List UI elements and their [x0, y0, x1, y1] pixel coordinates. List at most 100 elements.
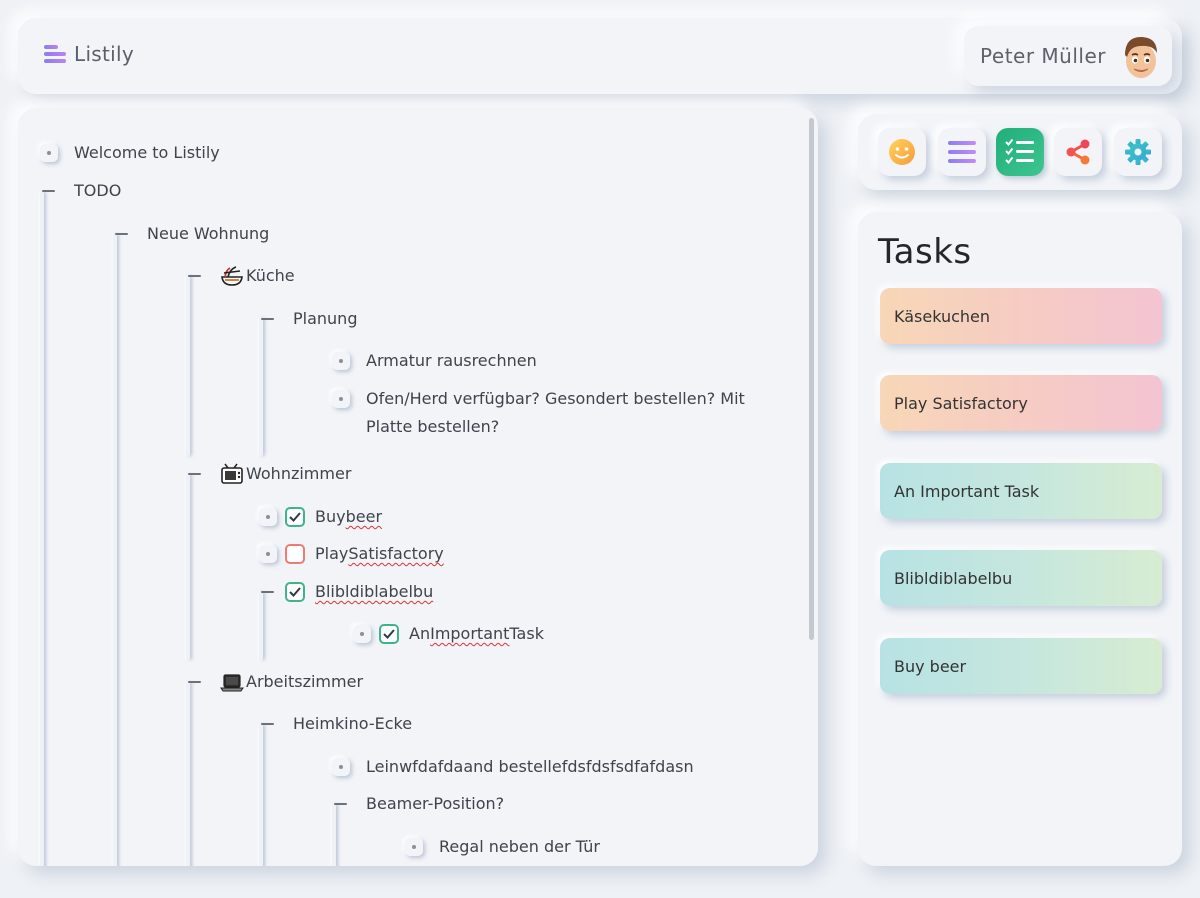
node-label-misspelled: Satisfactory	[348, 544, 444, 563]
collapse-icon[interactable]	[186, 267, 204, 285]
tree-node[interactable]: Armatur rausrechnen	[332, 351, 537, 375]
node-label[interactable]: Welcome to Listily	[74, 139, 220, 167]
tree-guide-line	[186, 474, 190, 660]
tree-node[interactable]: Welcome to Listily	[40, 143, 220, 167]
tree-node[interactable]: Küche	[186, 266, 295, 290]
tree-node[interactable]: TODO	[40, 181, 121, 205]
node-label[interactable]: Heimkino-Ecke	[293, 710, 412, 738]
bullet-icon[interactable]	[332, 390, 350, 408]
view-toolbar	[858, 114, 1182, 190]
task-label: Buy beer	[894, 656, 967, 676]
list-lines-icon	[948, 141, 976, 163]
tree-guide-line	[113, 234, 117, 866]
node-label[interactable]: Neue Wohnung	[147, 220, 269, 248]
checkbox-checked[interactable]	[285, 507, 305, 527]
checkbox-checked[interactable]	[379, 624, 399, 644]
emoji-tool-button[interactable]	[878, 128, 926, 176]
collapse-icon[interactable]	[186, 465, 204, 483]
app-logo[interactable]: Listily	[44, 42, 134, 66]
node-label-wrap[interactable]: Play Satisfactory	[285, 540, 444, 568]
tree-node[interactable]: Wohnzimmer	[186, 463, 351, 488]
task-card[interactable]: Play Satisfactory	[880, 375, 1162, 431]
smiley-icon	[889, 139, 915, 165]
node-label-wrap[interactable]: Küche	[220, 262, 295, 290]
bullet-icon[interactable]	[332, 352, 350, 370]
avatar[interactable]	[1120, 31, 1162, 81]
node-label-misspelled: beer	[345, 507, 383, 526]
task-card[interactable]: Käsekuchen	[880, 288, 1162, 344]
task-card[interactable]: Buy beer	[880, 638, 1162, 694]
node-label[interactable]: Planung	[293, 305, 357, 333]
scrollbar[interactable]	[809, 118, 814, 640]
app-name: Listily	[74, 42, 135, 66]
node-label[interactable]: Leinwfdafdaand bestellefdsfdsfsdfafdasn	[366, 753, 694, 781]
bullet-icon[interactable]	[40, 144, 58, 162]
checkbox-checked[interactable]	[285, 582, 305, 602]
tv-icon	[220, 463, 244, 485]
tree-node[interactable]: Heimkino-Ecke	[259, 714, 412, 738]
node-label-wrap[interactable]: Blibldiblabelbu	[285, 578, 433, 606]
node-label: Task	[509, 624, 544, 643]
list-tool-button[interactable]	[938, 128, 986, 176]
tasks-panel: Tasks Käsekuchen Play Satisfactory An Im…	[858, 212, 1182, 866]
tree-node[interactable]: Ofen/Herd verfügbar? Gesondert bestellen…	[332, 389, 766, 441]
tree-guide-line	[259, 318, 263, 456]
tree-node[interactable]: Leinwfdafdaand bestellefdsfdsfsdfafdasn	[332, 757, 694, 781]
bullet-icon[interactable]	[353, 625, 371, 643]
node-label: An	[409, 624, 431, 643]
tree-guide-line	[186, 682, 190, 866]
node-label-wrap[interactable]: Wohnzimmer	[220, 460, 351, 488]
collapse-icon[interactable]	[332, 795, 350, 813]
checklist-icon	[1005, 138, 1034, 164]
task-card[interactable]: Blibldiblabelbu	[880, 550, 1162, 606]
user-profile[interactable]: Peter Müller	[964, 26, 1172, 86]
task-label: An Important Task	[894, 481, 1040, 501]
tree-node[interactable]: An Important Task	[353, 624, 544, 648]
tree-node[interactable]: Arbeitszimmer	[186, 672, 363, 696]
collapse-icon[interactable]	[259, 310, 277, 328]
tree-node[interactable]: Regal neben der Tür	[405, 837, 600, 861]
collapse-icon[interactable]	[259, 583, 277, 601]
list-lines-icon	[44, 44, 66, 64]
node-label-misspelled: Blibldiblabelbu	[315, 582, 434, 601]
tree-node[interactable]: Buy beer	[259, 507, 382, 531]
node-label-wrap[interactable]: Arbeitszimmer	[220, 668, 363, 696]
node-label[interactable]: Regal neben der Tür	[439, 833, 600, 861]
task-label: Käsekuchen	[894, 306, 991, 326]
node-label-wrap[interactable]: Buy beer	[285, 503, 382, 531]
tree-node[interactable]: Planung	[259, 309, 357, 333]
collapse-icon[interactable]	[113, 225, 131, 243]
bullet-icon[interactable]	[405, 838, 423, 856]
user-name: Peter Müller	[980, 44, 1106, 68]
check-icon	[289, 512, 301, 522]
tree-node[interactable]: Beamer-Position?	[332, 794, 504, 818]
share-tool-button[interactable]	[1054, 128, 1102, 176]
tree-node[interactable]: Neue Wohnung	[113, 224, 269, 248]
node-label[interactable]: Ofen/Herd verfügbar? Gesondert bestellen…	[366, 385, 766, 441]
node-label: Küche	[246, 266, 295, 285]
node-label[interactable]: TODO	[74, 177, 121, 205]
task-label: Blibldiblabelbu	[894, 568, 1013, 588]
node-label-wrap[interactable]: An Important Task	[379, 620, 544, 648]
bullet-icon[interactable]	[259, 545, 277, 563]
tasks-tool-button[interactable]	[996, 128, 1044, 176]
bullet-icon[interactable]	[332, 758, 350, 776]
share-icon	[1066, 139, 1090, 165]
collapse-icon[interactable]	[259, 715, 277, 733]
task-card[interactable]: An Important Task	[880, 463, 1162, 519]
collapse-icon[interactable]	[186, 673, 204, 691]
node-label[interactable]: Armatur rausrechnen	[366, 347, 537, 375]
gear-icon	[1125, 139, 1151, 165]
check-icon	[383, 629, 395, 639]
settings-tool-button[interactable]	[1114, 128, 1162, 176]
bullet-icon[interactable]	[259, 508, 277, 526]
tree-node[interactable]: Play Satisfactory	[259, 544, 444, 568]
tree-node[interactable]: Blibldiblabelbu	[259, 582, 433, 606]
collapse-icon[interactable]	[40, 182, 58, 200]
checkbox-unchecked[interactable]	[285, 544, 305, 564]
tree-guide-line	[186, 276, 190, 456]
node-label[interactable]: Beamer-Position?	[366, 790, 504, 818]
node-label: Wohnzimmer	[246, 464, 352, 483]
check-icon	[289, 587, 301, 597]
noodle-bowl-icon	[220, 265, 244, 287]
